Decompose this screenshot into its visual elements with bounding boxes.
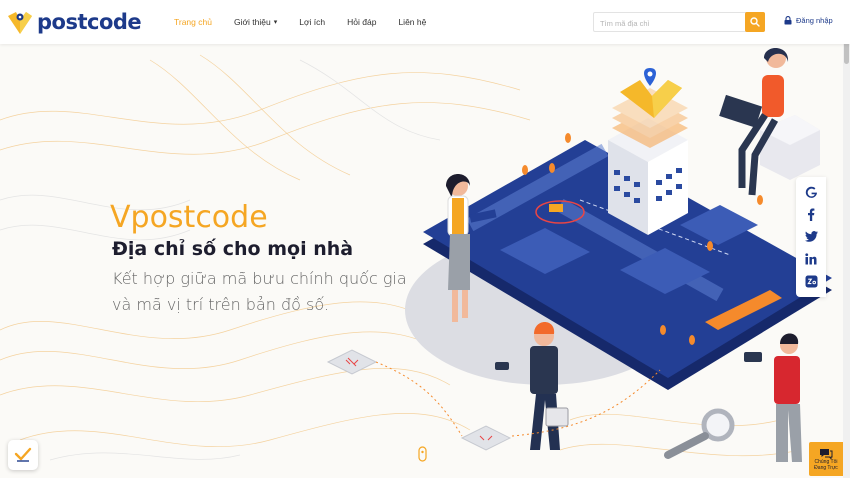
nav-about[interactable]: Giới thiệu ▾ (234, 17, 277, 27)
search-button[interactable] (745, 12, 765, 32)
verified-badge[interactable] (8, 440, 38, 470)
login-link[interactable]: Đăng nhập (784, 16, 833, 25)
lock-icon (784, 16, 792, 25)
hero-subtitle: Địa chỉ số cho mọi nhà (112, 238, 354, 260)
google-icon[interactable] (803, 184, 819, 200)
nav-about-label: Giới thiệu (233, 17, 271, 27)
main-nav: Trang chủ Giới thiệu ▾ Lợi ích Hỏi đáp L… (174, 0, 448, 44)
chat-icon (820, 448, 833, 459)
nav-contact[interactable]: Liên hệ (398, 17, 426, 27)
zalo-icon[interactable] (803, 274, 819, 290)
live-chat-button[interactable]: Chúng Tôi Đang Trực (809, 442, 843, 476)
logo-text: postcode (37, 10, 142, 34)
hero-description: Kết hợp giữa mã bưu chính quốc gia và mã… (112, 269, 407, 314)
hero-title: Vpostcode (110, 200, 268, 235)
nav-faq-label: Hỏi đáp (347, 17, 377, 27)
chevron-down-icon: ▾ (273, 19, 278, 26)
nav-contact-label: Liên hệ (398, 17, 427, 27)
search-box (593, 12, 765, 33)
login-label: Đăng nhập (796, 16, 833, 25)
logo-v-icon (8, 12, 32, 34)
linkedin-icon[interactable] (803, 251, 819, 267)
site-logo[interactable]: postcode (6, 8, 142, 36)
page-scrollbar[interactable] (843, 0, 850, 478)
nav-home[interactable]: Trang chủ (174, 17, 212, 27)
site-header: postcode Trang chủ Giới thiệu ▾ Lợi ích … (0, 0, 850, 44)
search-icon (750, 17, 760, 27)
nav-faq[interactable]: Hỏi đáp (347, 17, 376, 27)
search-input[interactable] (594, 14, 744, 33)
check-logo-icon (14, 447, 32, 462)
twitter-icon[interactable] (803, 229, 819, 245)
social-sidebar (796, 177, 826, 297)
nav-benefits-label: Lợi ích (299, 17, 326, 27)
nav-benefits[interactable]: Lợi ích (299, 17, 325, 27)
chat-line-2: Đang Trực (814, 464, 838, 471)
facebook-icon[interactable] (803, 207, 819, 223)
hero-illustration (0, 47, 832, 462)
nav-home-label: Trang chủ (174, 17, 212, 27)
